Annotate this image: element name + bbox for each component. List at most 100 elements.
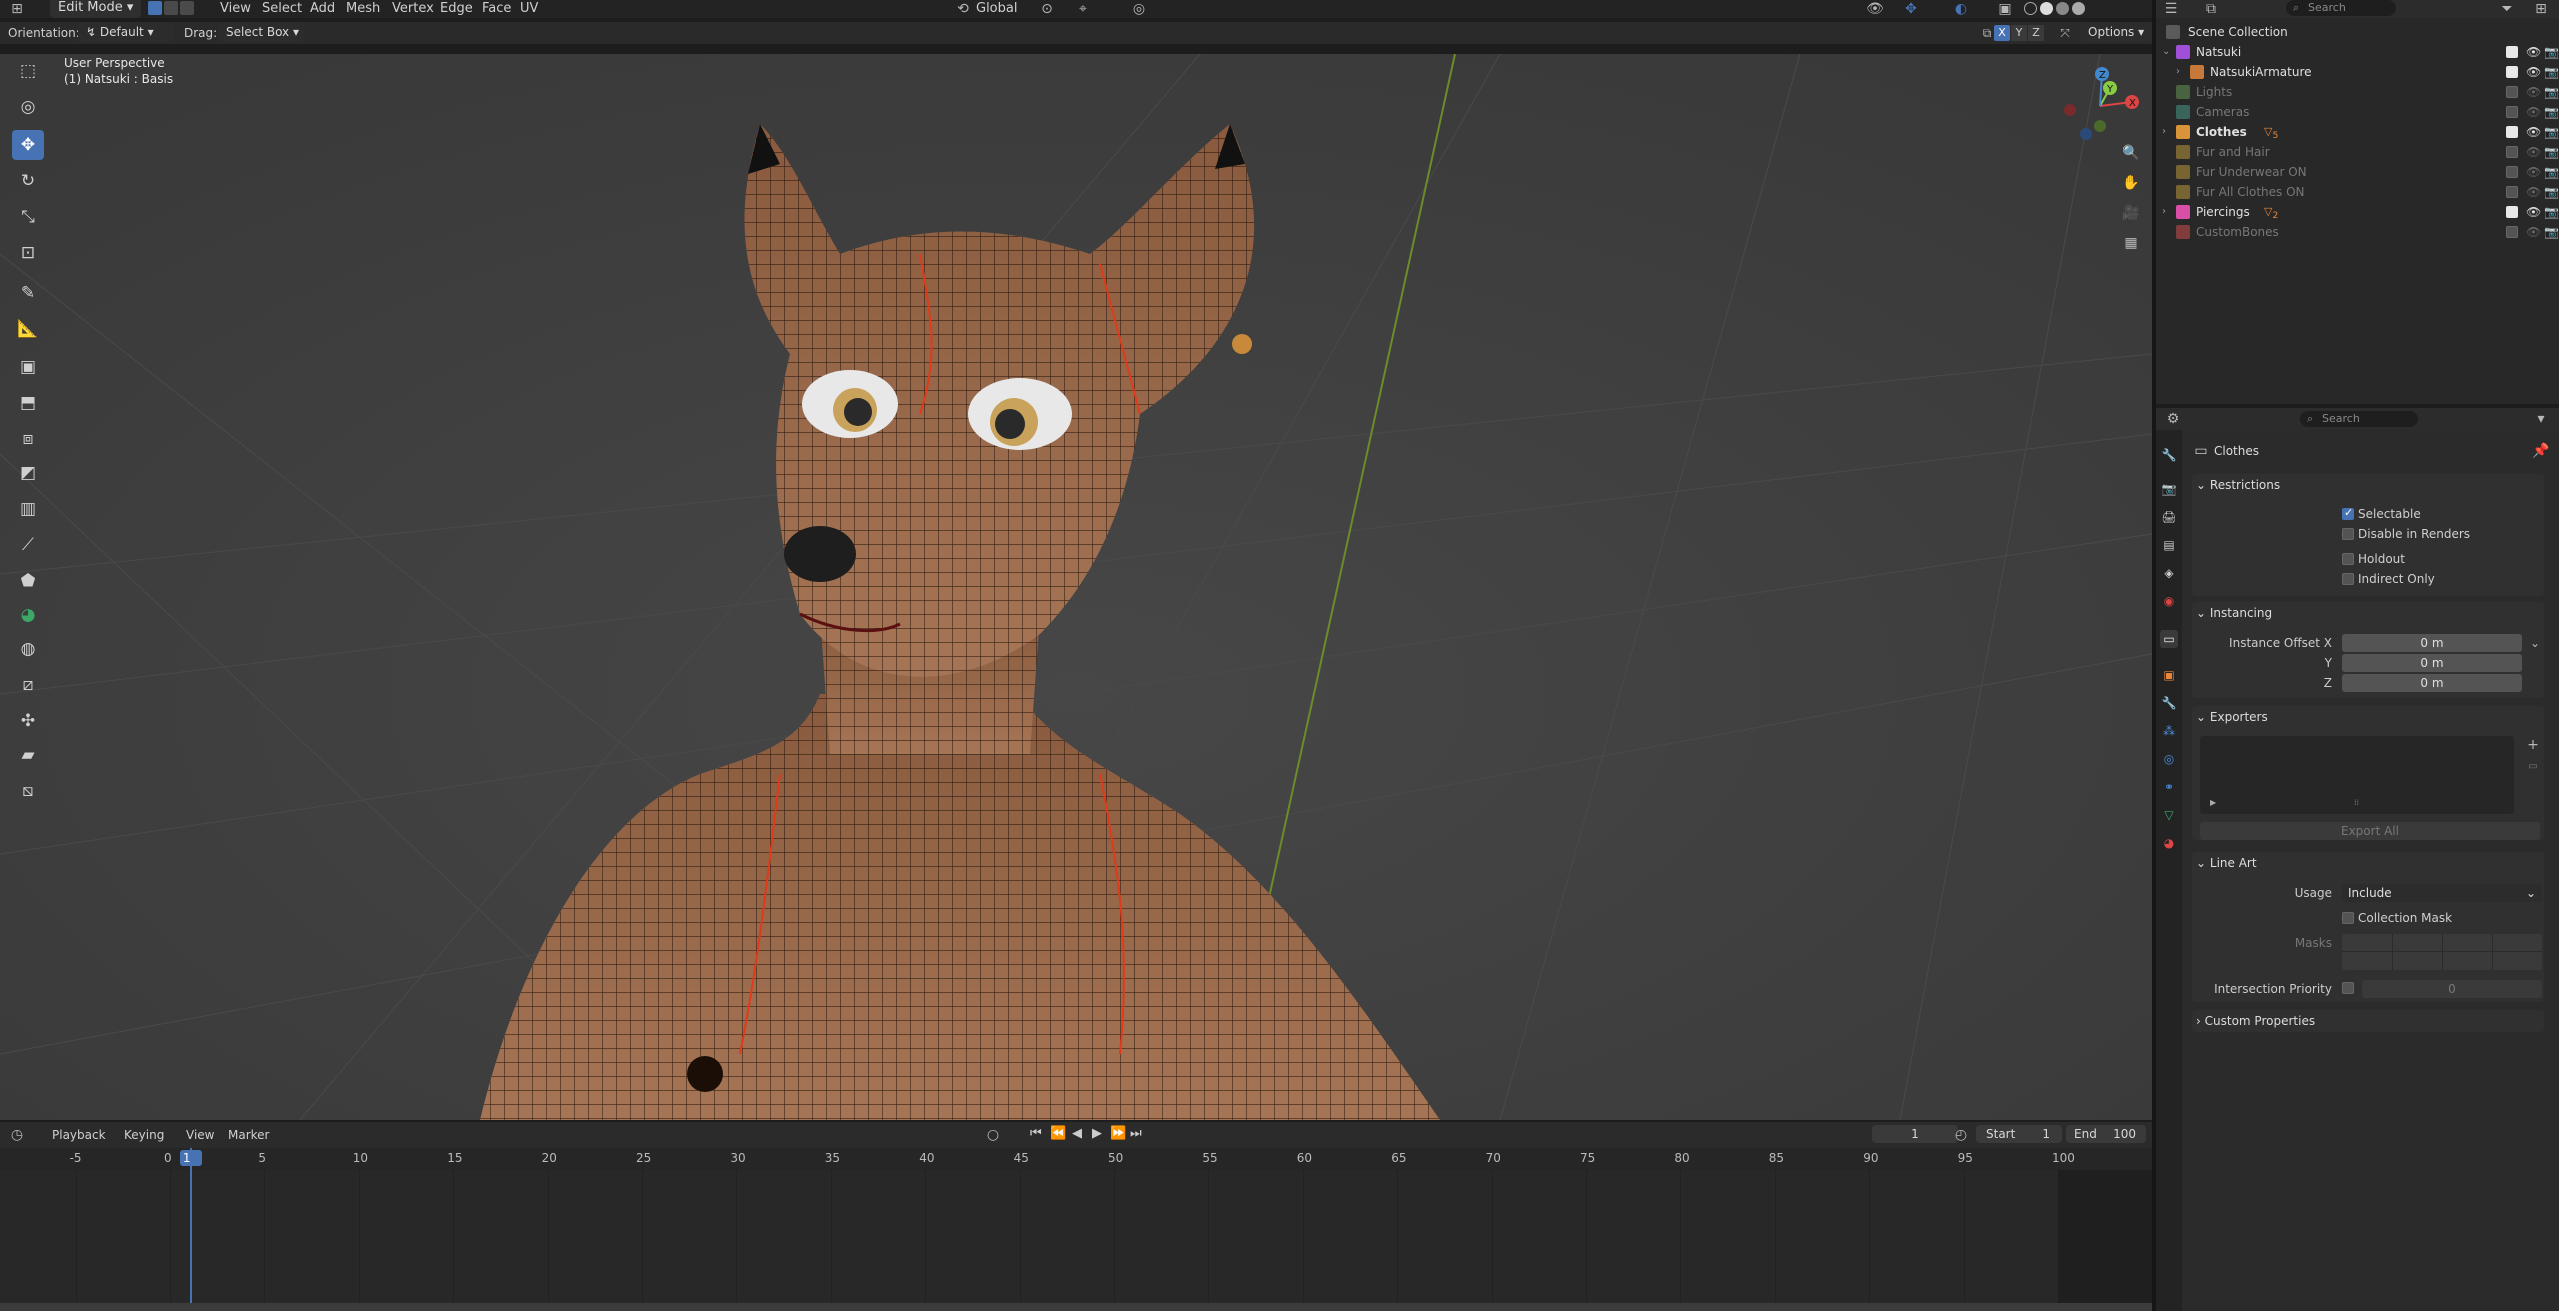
snap-icon[interactable]: ⌖ xyxy=(1072,0,1094,20)
exclude-checkbox[interactable] xyxy=(2506,66,2518,78)
collection-tab-icon[interactable]: ▭ xyxy=(2160,630,2178,648)
navigation-gizmo[interactable]: X Y Z xyxy=(2060,60,2140,140)
overlay-toggle-icon[interactable]: ◐ xyxy=(1950,0,1972,20)
ortho-toggle-icon[interactable]: ▦ xyxy=(2120,232,2142,254)
pivot-point-icon[interactable]: ⊙ xyxy=(1036,0,1058,20)
eye-icon[interactable]: 👁 xyxy=(2526,222,2541,242)
material-tab-icon[interactable]: ◕ xyxy=(2160,834,2178,852)
end-frame-field[interactable]: End 100 xyxy=(2066,1125,2146,1143)
inset-tool-icon[interactable]: ⧈ xyxy=(12,424,44,454)
line-art-header[interactable]: ⌄ Line Art xyxy=(2196,856,2257,870)
display-mode-icon[interactable]: ⧉ xyxy=(2200,0,2222,20)
render-camera-icon[interactable]: 📷 xyxy=(2544,42,2559,62)
auto-merge-icon[interactable]: ⤧ xyxy=(2054,22,2076,44)
current-frame-field[interactable]: 1 xyxy=(1872,1125,1958,1143)
eye-icon[interactable]: 👁 xyxy=(2526,42,2541,62)
usage-dropdown[interactable]: Include ⌄ xyxy=(2342,884,2542,902)
prev-keyframe-icon[interactable]: ⏪ xyxy=(1050,1126,1066,1141)
outliner-row[interactable]: Cameras 👁 📷 xyxy=(2156,102,2559,122)
data-tab-icon[interactable]: ▽ xyxy=(2160,806,2178,824)
eye-icon[interactable]: 👁 xyxy=(2526,82,2541,102)
knife-tool-icon[interactable]: ⟋ xyxy=(12,530,44,560)
render-camera-icon[interactable]: 📷 xyxy=(2544,182,2559,202)
custom-properties-header[interactable]: › Custom Properties xyxy=(2196,1014,2315,1028)
shear-tool-icon[interactable]: ▰ xyxy=(12,740,44,770)
exclude-checkbox[interactable] xyxy=(2506,46,2518,58)
pin-icon[interactable]: 📌 xyxy=(2530,440,2552,462)
restrictions-header[interactable]: ⌄ Restrictions xyxy=(2196,478,2280,492)
exporters-header[interactable]: ⌄ Exporters xyxy=(2196,710,2268,724)
tool-tab-icon[interactable]: 🔧 xyxy=(2160,446,2178,464)
outliner-row[interactable]: ⌄ Natsuki 👁 📷 xyxy=(2156,42,2559,62)
selectable-checkbox[interactable] xyxy=(2342,506,2354,520)
mirror-y-toggle[interactable]: Y xyxy=(2011,25,2027,41)
menu-marker[interactable]: Marker xyxy=(228,1128,269,1142)
exporter-menu-icon[interactable]: ▭ xyxy=(2522,756,2544,778)
intersection-priority-field[interactable]: 0 xyxy=(2362,980,2542,998)
masks-grid[interactable] xyxy=(2342,934,2542,970)
offset-from-cursor-icon[interactable]: ⌄ xyxy=(2524,632,2546,654)
drag-dropdown[interactable]: Select Box ▾ xyxy=(218,22,304,42)
add-exporter-icon[interactable]: + xyxy=(2522,734,2544,756)
cursor-tool-icon[interactable]: ◎ xyxy=(12,92,44,122)
expand-chevron-icon[interactable]: › xyxy=(2176,62,2180,82)
gizmo-toggle-icon[interactable]: ✥ xyxy=(1900,0,1922,20)
visibility-icon[interactable]: 👁 xyxy=(1864,0,1886,20)
xray-toggle-icon[interactable]: ▣ xyxy=(1994,0,2016,20)
camera-view-icon[interactable]: 🎥 xyxy=(2120,202,2142,224)
preview-range-icon[interactable]: ◴ xyxy=(1950,1124,1972,1146)
bevel-tool-icon[interactable]: ◩ xyxy=(12,458,44,488)
options-dropdown[interactable]: Options ▾ xyxy=(2080,22,2153,42)
output-tab-icon[interactable]: 🖨 xyxy=(2160,508,2178,526)
holdout-checkbox[interactable] xyxy=(2342,553,2354,565)
collection-mask-checkbox[interactable] xyxy=(2342,912,2354,924)
editor-type-icon[interactable]: ⊞ xyxy=(6,0,28,20)
move-tool-icon[interactable]: ✥ xyxy=(12,130,44,160)
timeline-scrollbar[interactable] xyxy=(0,1303,2152,1311)
viewport-scene[interactable] xyxy=(0,54,2152,1120)
measure-tool-icon[interactable]: 📐 xyxy=(12,314,44,344)
menu-keying[interactable]: Keying xyxy=(124,1128,164,1142)
exclude-checkbox[interactable] xyxy=(2506,186,2518,198)
outliner-row[interactable]: Fur and Hair 👁 📷 xyxy=(2156,142,2559,162)
render-camera-icon[interactable]: 📷 xyxy=(2544,162,2559,182)
face-select-icon[interactable] xyxy=(180,1,194,15)
render-camera-icon[interactable]: 📷 xyxy=(2544,202,2559,222)
constraints-tab-icon[interactable]: ⚭ xyxy=(2160,778,2178,796)
menu-view[interactable]: View xyxy=(220,0,251,18)
annotate-tool-icon[interactable]: ✎ xyxy=(12,278,44,308)
zoom-icon[interactable]: 🔍 xyxy=(2120,142,2142,164)
edge-slide-tool-icon[interactable]: ⧄ xyxy=(12,670,44,700)
render-camera-icon[interactable]: 📷 xyxy=(2544,142,2559,162)
list-expand-icon[interactable]: ▶ xyxy=(2210,798,2216,807)
menu-face[interactable]: Face xyxy=(482,0,511,18)
poly-build-tool-icon[interactable]: ⬟ xyxy=(12,566,44,596)
eye-icon[interactable]: 👁 xyxy=(2526,142,2541,162)
rip-tool-icon[interactable]: ⧅ xyxy=(12,776,44,806)
render-camera-icon[interactable]: 📷 xyxy=(2544,82,2559,102)
eye-icon[interactable]: 👁 xyxy=(2526,102,2541,122)
play-reverse-icon[interactable]: ◀ xyxy=(1072,1126,1082,1141)
render-tab-icon[interactable]: 📷 xyxy=(2160,480,2178,498)
instance-offset-x-field[interactable]: 0 m xyxy=(2342,634,2522,652)
menu-vertex[interactable]: Vertex xyxy=(392,0,434,18)
menu-mesh[interactable]: Mesh xyxy=(346,0,380,18)
smooth-tool-icon[interactable]: ◍ xyxy=(12,634,44,664)
mirror-z-toggle[interactable]: Z xyxy=(2028,25,2044,41)
object-tab-icon[interactable]: ▣ xyxy=(2160,666,2178,684)
instancing-header[interactable]: ⌄ Instancing xyxy=(2196,606,2272,620)
exclude-checkbox[interactable] xyxy=(2506,166,2518,178)
transform-orientation-dropdown[interactable]: Global xyxy=(976,1,1017,16)
eye-icon[interactable]: 👁 xyxy=(2526,162,2541,182)
intersection-priority-checkbox[interactable] xyxy=(2342,982,2354,994)
outliner-row[interactable]: Lights 👁 📷 xyxy=(2156,82,2559,102)
mode-dropdown[interactable]: Edit Mode ▾ xyxy=(50,0,142,18)
auto-keying-icon[interactable]: ○ xyxy=(982,1124,1004,1146)
list-resize-grip-icon[interactable]: ⁞⁞ xyxy=(2354,798,2359,807)
jump-end-icon[interactable]: ⏭ xyxy=(1130,1126,1142,1141)
expand-chevron-icon[interactable]: ⌄ xyxy=(2162,42,2170,62)
outliner-editor-icon[interactable]: ☰ xyxy=(2160,0,2182,20)
loop-cut-tool-icon[interactable]: ▥ xyxy=(12,494,44,524)
modifier-tab-icon[interactable]: 🔧 xyxy=(2160,694,2178,712)
exporters-list[interactable]: ▶ ⁞⁞ xyxy=(2200,736,2514,814)
